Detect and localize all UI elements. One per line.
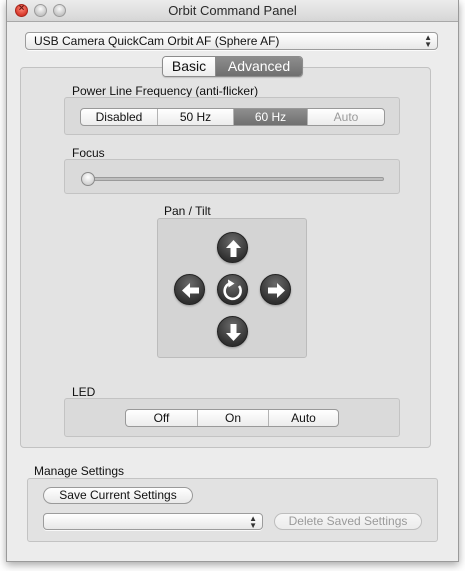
pan-right-button[interactable]	[260, 274, 291, 305]
led-segmented-control: Off On Auto	[125, 409, 339, 427]
led-option-auto[interactable]: Auto	[269, 410, 338, 426]
updown-chevron-icon: ▲ ▼	[424, 33, 432, 49]
saved-settings-select[interactable]: ▲ ▼	[43, 513, 263, 530]
device-select[interactable]: USB Camera QuickCam Orbit AF (Sphere AF)…	[25, 32, 438, 50]
up-arrow-icon	[226, 240, 241, 257]
zoom-window-button[interactable]	[53, 4, 66, 17]
power-line-option-60hz[interactable]: 60 Hz	[234, 109, 308, 125]
focus-slider-knob[interactable]	[81, 172, 95, 186]
minimize-window-button[interactable]	[34, 4, 47, 17]
manage-settings-label: Manage Settings	[34, 464, 125, 478]
left-arrow-icon	[182, 283, 199, 298]
down-arrow-icon	[226, 324, 241, 341]
right-arrow-icon	[268, 283, 285, 298]
close-icon: ×	[18, 3, 25, 14]
window-title: Orbit Command Panel	[168, 3, 297, 18]
power-line-option-50hz[interactable]: 50 Hz	[158, 109, 234, 125]
delete-saved-settings-button[interactable]: Delete Saved Settings	[274, 513, 422, 530]
tab-advanced[interactable]: Advanced	[216, 57, 302, 76]
focus-label: Focus	[72, 146, 105, 160]
pan-tilt-label: Pan / Tilt	[164, 204, 211, 218]
tilt-up-button[interactable]	[217, 232, 248, 263]
reset-icon	[223, 279, 242, 301]
device-select-value: USB Camera QuickCam Orbit AF (Sphere AF)	[34, 34, 280, 48]
updown-chevron-icon: ▲ ▼	[249, 514, 257, 530]
pan-tilt-reset-button[interactable]	[217, 274, 248, 305]
save-current-settings-button[interactable]: Save Current Settings	[43, 487, 193, 504]
pan-left-button[interactable]	[174, 274, 205, 305]
power-line-option-disabled[interactable]: Disabled	[81, 109, 158, 125]
power-line-option-auto[interactable]: Auto	[308, 109, 384, 125]
focus-slider-track[interactable]	[86, 177, 384, 181]
close-window-button[interactable]: ×	[15, 3, 28, 17]
led-option-off[interactable]: Off	[126, 410, 198, 426]
tab-bar: Basic Advanced	[162, 56, 303, 77]
led-label: LED	[72, 385, 96, 399]
power-line-label: Power Line Frequency (anti-flicker)	[72, 84, 259, 98]
tab-basic[interactable]: Basic	[163, 57, 216, 76]
tilt-down-button[interactable]	[217, 316, 248, 347]
power-line-segmented-control: Disabled 50 Hz 60 Hz Auto	[80, 108, 385, 126]
led-option-on[interactable]: On	[198, 410, 269, 426]
title-bar[interactable]: × Orbit Command Panel	[7, 0, 458, 22]
